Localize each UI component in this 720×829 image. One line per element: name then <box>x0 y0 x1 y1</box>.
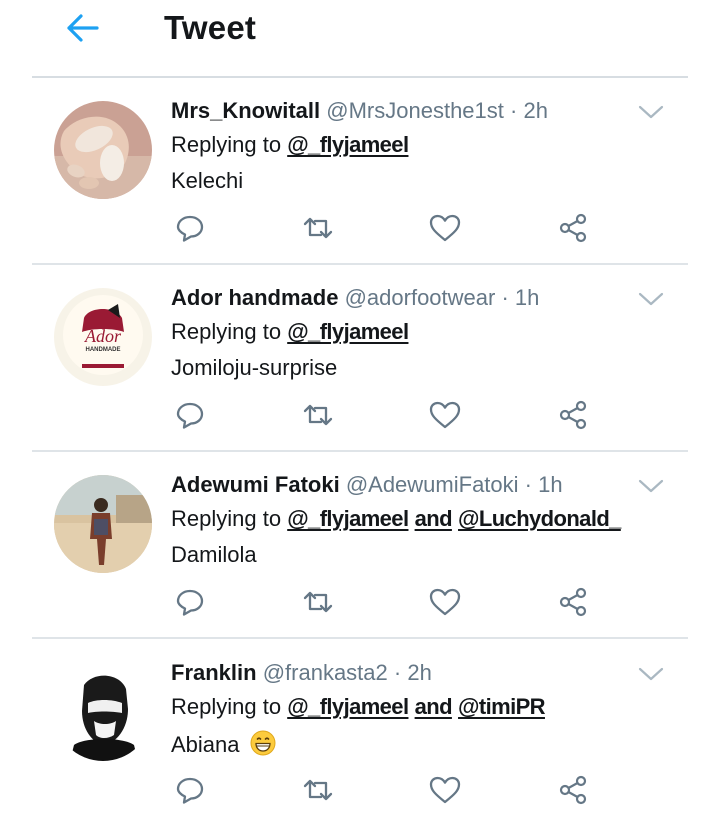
reply-button[interactable] <box>170 770 210 810</box>
share-icon <box>559 213 587 243</box>
chevron-down-icon[interactable] <box>638 664 664 684</box>
replying-label: Replying to <box>171 319 282 344</box>
tweet-header: Adewumi Fatoki @AdewumiFatoki · 1h <box>171 472 563 498</box>
retweet-button[interactable] <box>298 770 338 810</box>
avatar[interactable]: Ador HANDMADE <box>54 288 152 386</box>
user-handle[interactable]: @MrsJonesthe1st <box>326 98 504 123</box>
mention-link[interactable]: @Luchydonald_ <box>458 506 621 531</box>
action-bar <box>0 208 720 248</box>
separator: · <box>393 660 402 685</box>
display-name[interactable]: Franklin <box>171 660 257 685</box>
avatar[interactable] <box>54 475 152 573</box>
tweet-header: Mrs_Knowitall @MrsJonesthe1st · 2h <box>171 98 548 124</box>
reply-icon <box>176 215 204 242</box>
share-button[interactable] <box>553 770 593 810</box>
page-title: Tweet <box>164 9 257 46</box>
avatar[interactable] <box>54 101 152 199</box>
tweet-row[interactable]: Mrs_Knowitall @MrsJonesthe1st · 2h Reply… <box>0 78 720 265</box>
grinning-face-icon <box>250 730 276 756</box>
tweet-text-content: Abiana <box>171 732 240 757</box>
like-button[interactable] <box>425 395 465 435</box>
reply-button[interactable] <box>170 582 210 622</box>
timestamp[interactable]: 1h <box>538 472 562 497</box>
mention-and: and <box>414 506 453 531</box>
user-handle[interactable]: @frankasta2 <box>263 660 388 685</box>
replying-label: Replying to <box>171 694 282 719</box>
retweet-icon <box>303 404 333 426</box>
tweet-row[interactable]: Franklin @frankasta2 · 2h Replying to @_… <box>0 640 720 827</box>
share-icon <box>559 775 587 805</box>
tweet-text: Abiana <box>171 730 276 758</box>
mention-link[interactable]: @_flyjameel <box>287 506 409 531</box>
back-arrow-icon <box>67 14 99 42</box>
chevron-down-icon[interactable] <box>638 476 664 496</box>
display-name[interactable]: Mrs_Knowitall <box>171 98 320 123</box>
share-button[interactable] <box>553 395 593 435</box>
replying-to: Replying to @_flyjameel and @Luchydonald… <box>171 506 621 532</box>
mention-link[interactable]: @timiPR <box>458 694 546 719</box>
avatar-subtitle-text: HANDMADE <box>86 347 121 353</box>
tweet-text: Jomiloju-surprise <box>171 355 338 380</box>
heart-icon <box>429 776 461 804</box>
action-bar <box>0 395 720 435</box>
replying-label: Replying to <box>171 132 282 157</box>
like-button[interactable] <box>425 770 465 810</box>
retweet-button[interactable] <box>298 582 338 622</box>
like-button[interactable] <box>425 208 465 248</box>
mention-and: and <box>414 694 453 719</box>
action-bar <box>0 770 720 810</box>
chevron-down-icon[interactable] <box>638 102 664 122</box>
back-button[interactable] <box>62 10 102 46</box>
mention-link[interactable]: @_flyjameel <box>287 319 409 344</box>
timestamp[interactable]: 2h <box>523 98 547 123</box>
like-button[interactable] <box>425 582 465 622</box>
reply-icon <box>176 589 204 616</box>
tweet-header: Franklin @frankasta2 · 2h <box>171 660 432 686</box>
chevron-down-icon[interactable] <box>638 289 664 309</box>
top-bar: Tweet <box>0 0 720 78</box>
reply-icon <box>176 777 204 804</box>
tweet-row[interactable]: Adewumi Fatoki @AdewumiFatoki · 1h Reply… <box>0 452 720 639</box>
timestamp[interactable]: 1h <box>515 285 539 310</box>
reply-button[interactable] <box>170 395 210 435</box>
share-button[interactable] <box>553 582 593 622</box>
retweet-button[interactable] <box>298 395 338 435</box>
mention-link[interactable]: @_flyjameel <box>287 132 409 157</box>
tweet-text: Damilola <box>171 542 257 567</box>
retweet-icon <box>303 779 333 801</box>
separator: · <box>501 285 509 310</box>
tweet-row[interactable]: Ador HANDMADE Ador handmade @adorfootwea… <box>0 265 720 452</box>
display-name[interactable]: Adewumi Fatoki <box>171 472 340 497</box>
retweet-icon <box>303 217 333 239</box>
retweet-icon <box>303 591 333 613</box>
display-name[interactable]: Ador handmade <box>171 285 338 310</box>
retweet-button[interactable] <box>298 208 338 248</box>
tweet-header: Ador handmade @adorfootwear · 1h <box>171 285 539 311</box>
user-handle[interactable]: @adorfootwear <box>345 285 496 310</box>
separator: · <box>524 472 532 497</box>
share-icon <box>559 587 587 617</box>
reply-icon <box>176 402 204 429</box>
replying-to: Replying to @_flyjameel <box>171 319 409 345</box>
user-handle[interactable]: @AdewumiFatoki <box>346 472 519 497</box>
share-button[interactable] <box>553 208 593 248</box>
replying-to: Replying to @_flyjameel <box>171 132 409 158</box>
heart-icon <box>429 214 461 242</box>
replying-label: Replying to <box>171 506 282 531</box>
replying-to: Replying to @_flyjameel and @timiPR <box>171 694 546 720</box>
avatar[interactable] <box>54 663 152 761</box>
reply-button[interactable] <box>170 208 210 248</box>
divider <box>32 637 688 639</box>
action-bar <box>0 582 720 622</box>
mention-link[interactable]: @_flyjameel <box>287 694 409 719</box>
separator: · <box>510 98 518 123</box>
tweet-text: Kelechi <box>171 168 244 193</box>
share-icon <box>559 400 587 430</box>
heart-icon <box>429 588 461 616</box>
avatar-brand-text: Ador <box>84 326 122 346</box>
timestamp[interactable]: 2h <box>407 660 431 685</box>
heart-icon <box>429 401 461 429</box>
